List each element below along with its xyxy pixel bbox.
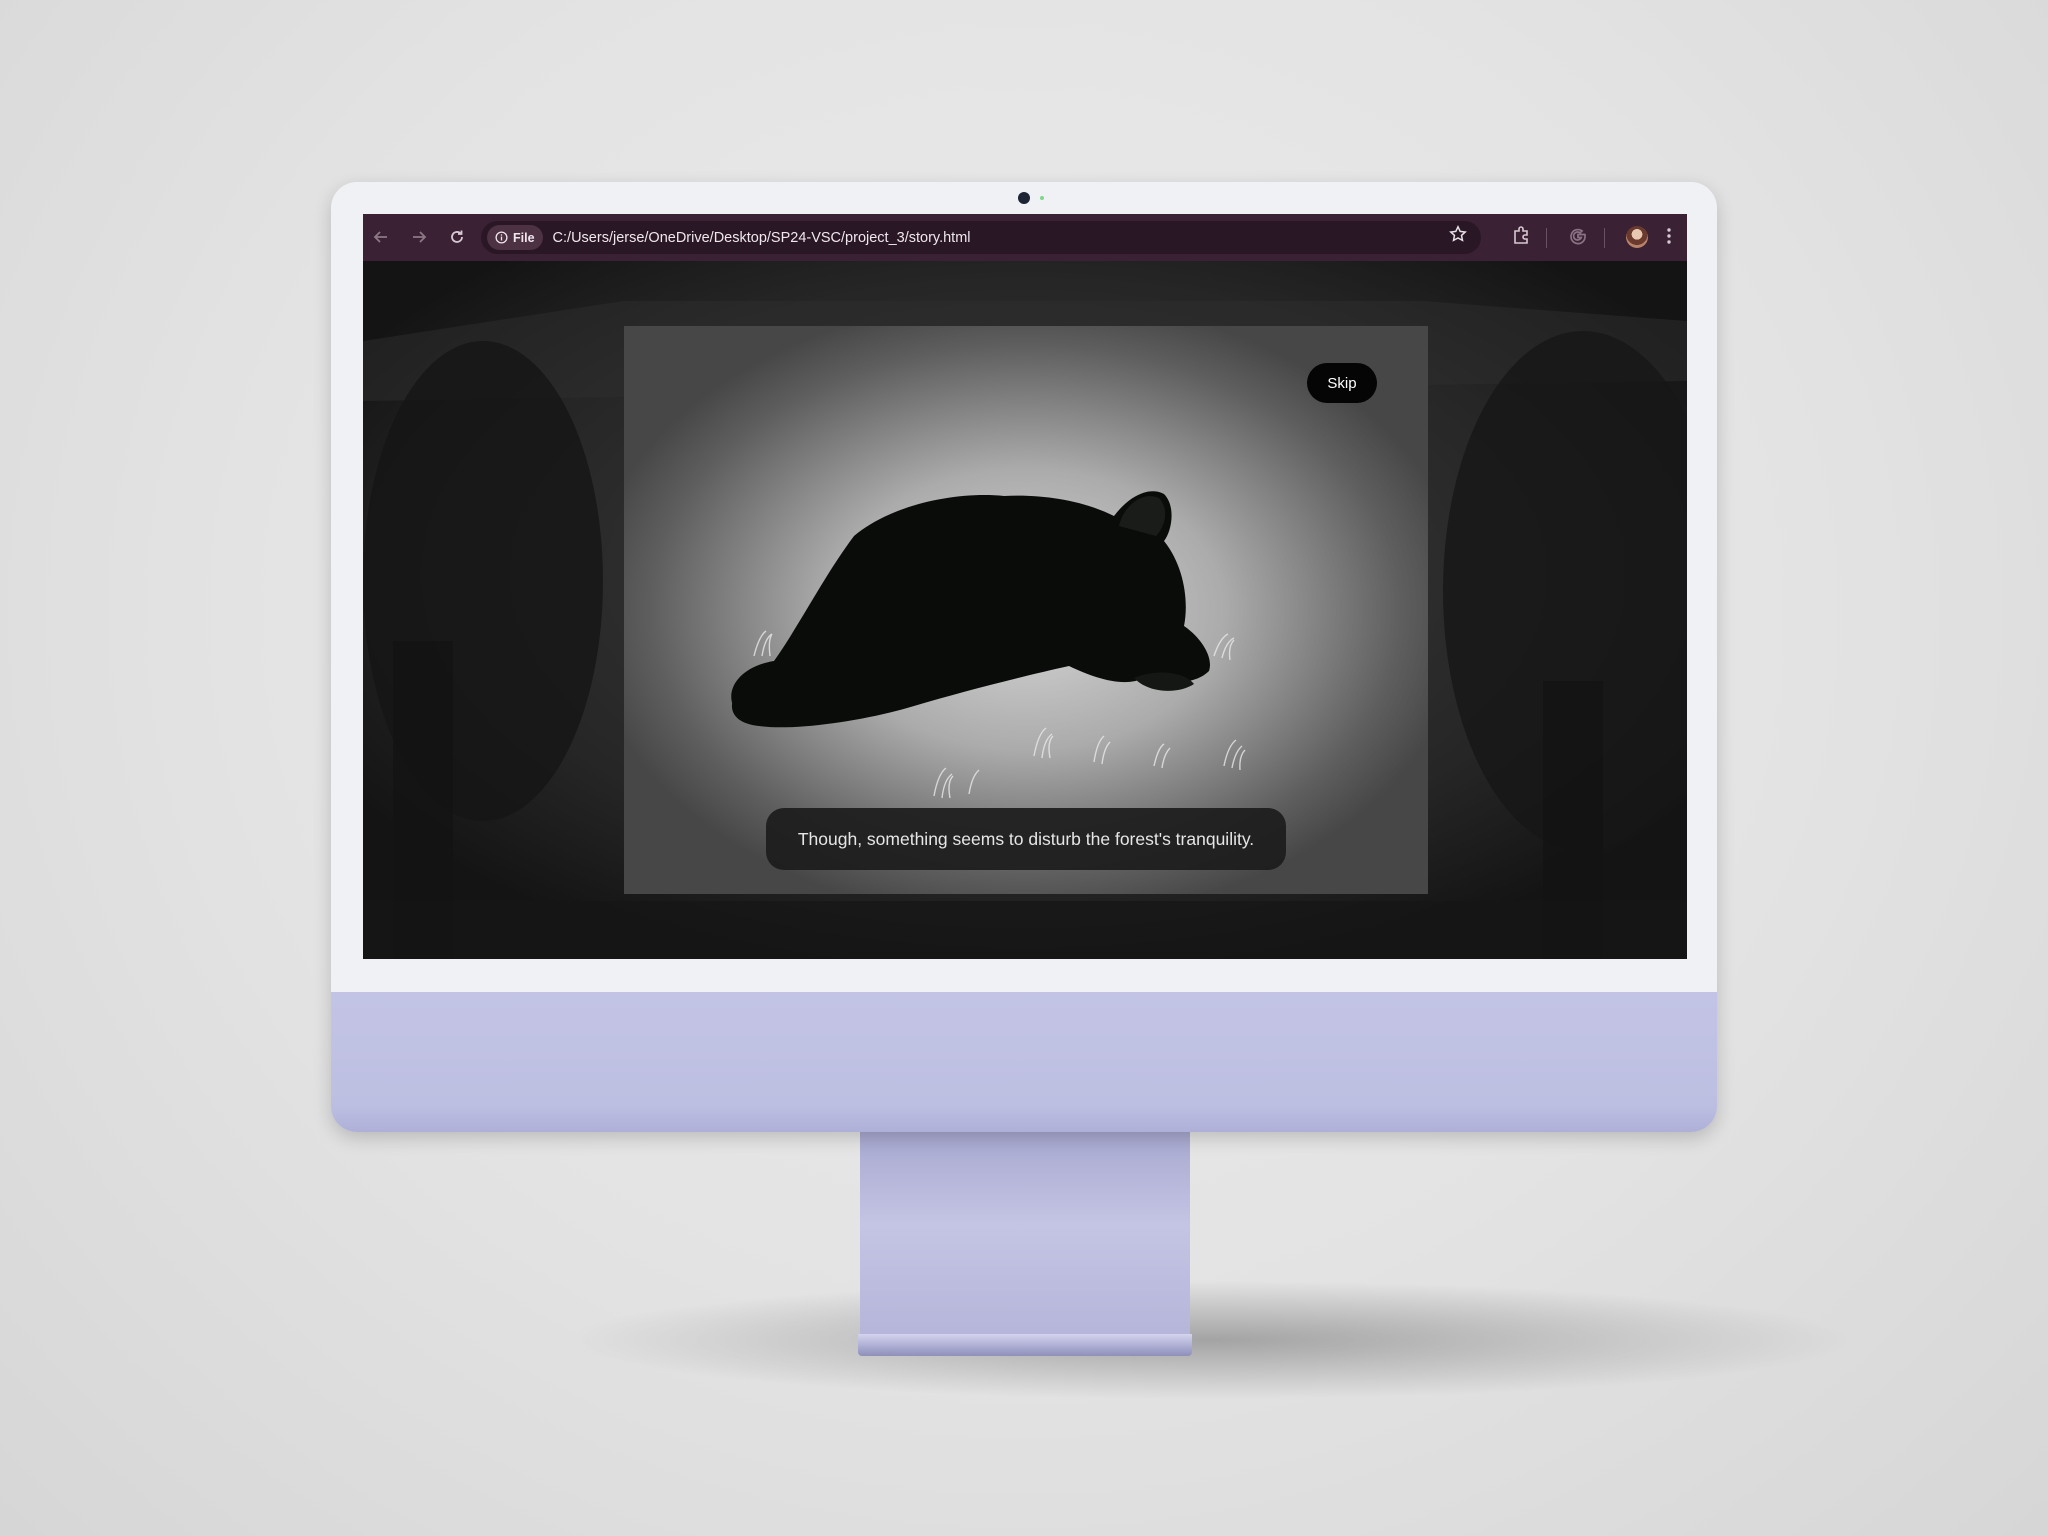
browser-toolbar: File C:/Users/jerse/OneDrive/Desktop/SP2… bbox=[363, 214, 1687, 261]
address-bar[interactable]: File C:/Users/jerse/OneDrive/Desktop/SP2… bbox=[481, 221, 1481, 254]
menu-button[interactable] bbox=[1666, 226, 1672, 251]
webcam bbox=[1018, 192, 1030, 204]
avatar[interactable] bbox=[1626, 226, 1648, 248]
back-arrow-icon bbox=[373, 231, 387, 243]
kebab-menu-icon bbox=[1667, 228, 1671, 244]
bookmark-star-button[interactable] bbox=[1449, 225, 1467, 248]
extensions-button[interactable] bbox=[1511, 225, 1531, 250]
monitor-chin bbox=[331, 992, 1717, 1132]
page-viewport: Skip Though, something seems to disturb … bbox=[363, 261, 1687, 959]
imac-monitor: File C:/Users/jerse/OneDrive/Desktop/SP2… bbox=[331, 182, 1717, 1132]
forward-button[interactable] bbox=[403, 221, 435, 253]
imac-stand bbox=[860, 1130, 1190, 1340]
site-info-label: File bbox=[513, 230, 535, 245]
reload-button[interactable] bbox=[441, 221, 473, 253]
reload-icon bbox=[451, 230, 463, 243]
story-caption: Though, something seems to disturb the f… bbox=[766, 808, 1286, 870]
toolbar-divider bbox=[1546, 228, 1547, 248]
forward-arrow-icon bbox=[413, 231, 427, 243]
site-info-chip[interactable]: File bbox=[487, 225, 543, 250]
info-icon bbox=[495, 231, 508, 244]
google-icon bbox=[1570, 228, 1586, 245]
url-text: C:/Users/jerse/OneDrive/Desktop/SP24-VSC… bbox=[552, 229, 971, 246]
star-icon bbox=[1449, 225, 1467, 242]
webcam-led bbox=[1040, 196, 1044, 200]
skip-button[interactable]: Skip bbox=[1307, 363, 1377, 403]
extensions-icon bbox=[1514, 226, 1528, 244]
back-button[interactable] bbox=[365, 221, 397, 253]
browser-window: File C:/Users/jerse/OneDrive/Desktop/SP2… bbox=[363, 214, 1687, 959]
imac-stand-foot bbox=[858, 1334, 1192, 1356]
story-scene: Skip Though, something seems to disturb … bbox=[624, 326, 1428, 894]
toolbar-divider bbox=[1604, 228, 1605, 248]
desk-shadow bbox=[560, 1280, 1860, 1400]
google-button[interactable] bbox=[1568, 226, 1588, 251]
monitor-bezel: File C:/Users/jerse/OneDrive/Desktop/SP2… bbox=[331, 182, 1717, 992]
